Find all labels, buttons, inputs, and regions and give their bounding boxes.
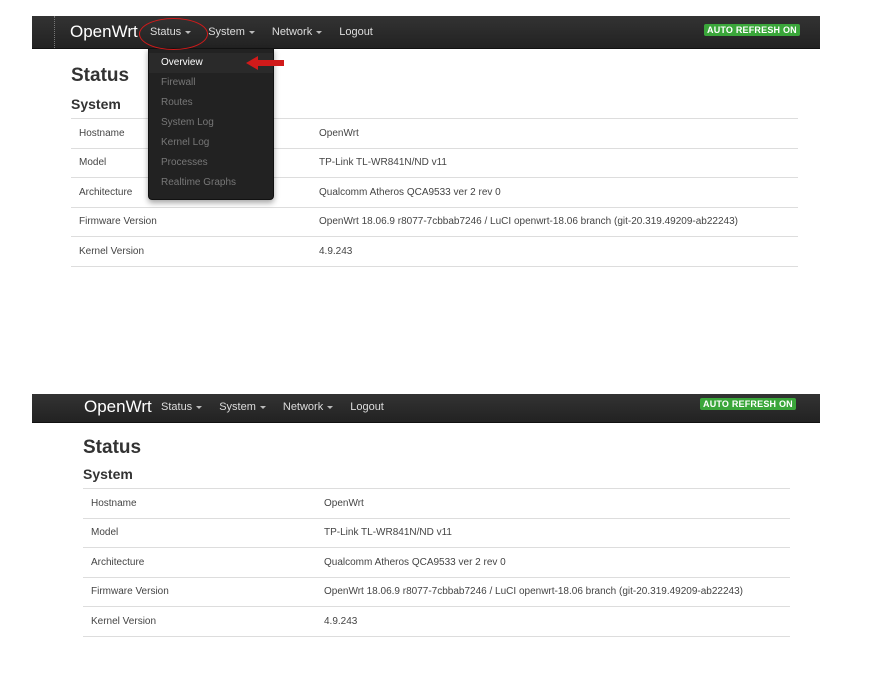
- table-row: Kernel Version 4.9.243: [83, 606, 790, 637]
- arrow-left-icon: [246, 56, 284, 70]
- row-key: Firmware Version: [71, 206, 319, 237]
- table-row: Model TP-Link TL-WR841N/ND v11: [83, 517, 790, 548]
- row-value: OpenWrt 18.06.9 r8077-7cbbab7246 / LuCI …: [319, 206, 798, 237]
- page-title: Status: [71, 65, 130, 86]
- menu-logout[interactable]: Logout: [339, 26, 373, 38]
- row-key: Firmware Version: [83, 576, 324, 607]
- system-info-table: Hostname OpenWrt Model TP-Link TL-WR841N/N…: [83, 488, 790, 637]
- status-dropdown-menu: Overview Firewall Routes System Log Kern…: [148, 48, 274, 200]
- dropdown-item-routes[interactable]: Routes: [149, 93, 273, 113]
- row-key: Model: [83, 517, 324, 548]
- main-menu: Status System Network Logout: [161, 401, 401, 413]
- row-value: OpenWrt: [324, 488, 790, 518]
- bottom-screenshot: OpenWrt Status System Network Logout AUT…: [0, 340, 878, 678]
- row-value: TP-Link TL-WR841N/ND v11: [324, 517, 790, 548]
- menu-system-label: System: [219, 401, 256, 413]
- menu-network-label: Network: [271, 26, 313, 38]
- menu-status[interactable]: Status: [161, 401, 203, 413]
- dropdown-item-kernel-log[interactable]: Kernel Log: [149, 133, 273, 153]
- row-value: TP-Link TL-WR841N/ND v11: [319, 147, 798, 178]
- navbar-divider: [54, 16, 55, 48]
- row-key: Hostname: [83, 488, 324, 518]
- row-value: OpenWrt 18.06.9 r8077-7cbbab7246 / LuCI …: [324, 576, 790, 607]
- menu-network-label: Network: [282, 401, 324, 413]
- table-row: Hostname OpenWrt: [83, 488, 790, 518]
- dropdown-item-system-log[interactable]: System Log: [149, 113, 273, 133]
- brand-logo[interactable]: OpenWrt: [70, 22, 138, 42]
- table-row: Firmware Version OpenWrt 18.06.9 r8077-7c…: [71, 206, 798, 237]
- annotation-circle: [139, 18, 208, 50]
- section-title: System: [71, 96, 121, 112]
- menu-system-label: System: [208, 26, 245, 38]
- bottom-navbar: OpenWrt Status System Network Logout AUT…: [32, 394, 820, 423]
- dropdown-item-processes[interactable]: Processes: [149, 153, 273, 173]
- row-value: 4.9.243: [324, 606, 790, 637]
- table-row: Architecture Qualcomm Atheros QCA9533 ver…: [83, 547, 790, 577]
- menu-network[interactable]: Network: [271, 26, 323, 38]
- dropdown-item-realtime-graphs[interactable]: Realtime Graphs: [149, 173, 273, 193]
- row-key: Kernel Version: [83, 606, 324, 637]
- brand-logo[interactable]: OpenWrt: [84, 397, 152, 417]
- menu-status-label: Status: [161, 401, 193, 413]
- menu-logout[interactable]: Logout: [350, 401, 384, 413]
- row-key: Architecture: [83, 547, 324, 577]
- auto-refresh-badge[interactable]: AUTO REFRESH ON: [700, 398, 796, 410]
- caret-down-icon: [327, 405, 334, 409]
- page-title: Status: [83, 437, 142, 458]
- dropdown-item-firewall[interactable]: Firewall: [149, 73, 273, 93]
- auto-refresh-badge[interactable]: AUTO REFRESH ON: [704, 24, 800, 36]
- caret-down-icon: [316, 30, 323, 34]
- row-key: Kernel Version: [71, 236, 319, 267]
- caret-down-icon: [259, 405, 266, 409]
- row-value: Qualcomm Atheros QCA9533 ver 2 rev 0: [324, 547, 790, 577]
- caret-down-icon: [196, 405, 203, 409]
- table-row: Firmware Version OpenWrt 18.06.9 r8077-7c…: [83, 576, 790, 607]
- row-value: 4.9.243: [319, 236, 798, 267]
- row-value: OpenWrt: [319, 118, 798, 148]
- caret-down-icon: [248, 30, 255, 34]
- table-row: Kernel Version 4.9.243: [71, 236, 798, 267]
- section-title: System: [83, 466, 133, 482]
- menu-system[interactable]: System: [219, 401, 266, 413]
- row-value: Qualcomm Atheros QCA9533 ver 2 rev 0: [319, 177, 798, 207]
- top-screenshot: OpenWrt Status System Network Logout AUT…: [0, 0, 878, 340]
- menu-network[interactable]: Network: [282, 401, 334, 413]
- menu-system[interactable]: System: [208, 26, 255, 38]
